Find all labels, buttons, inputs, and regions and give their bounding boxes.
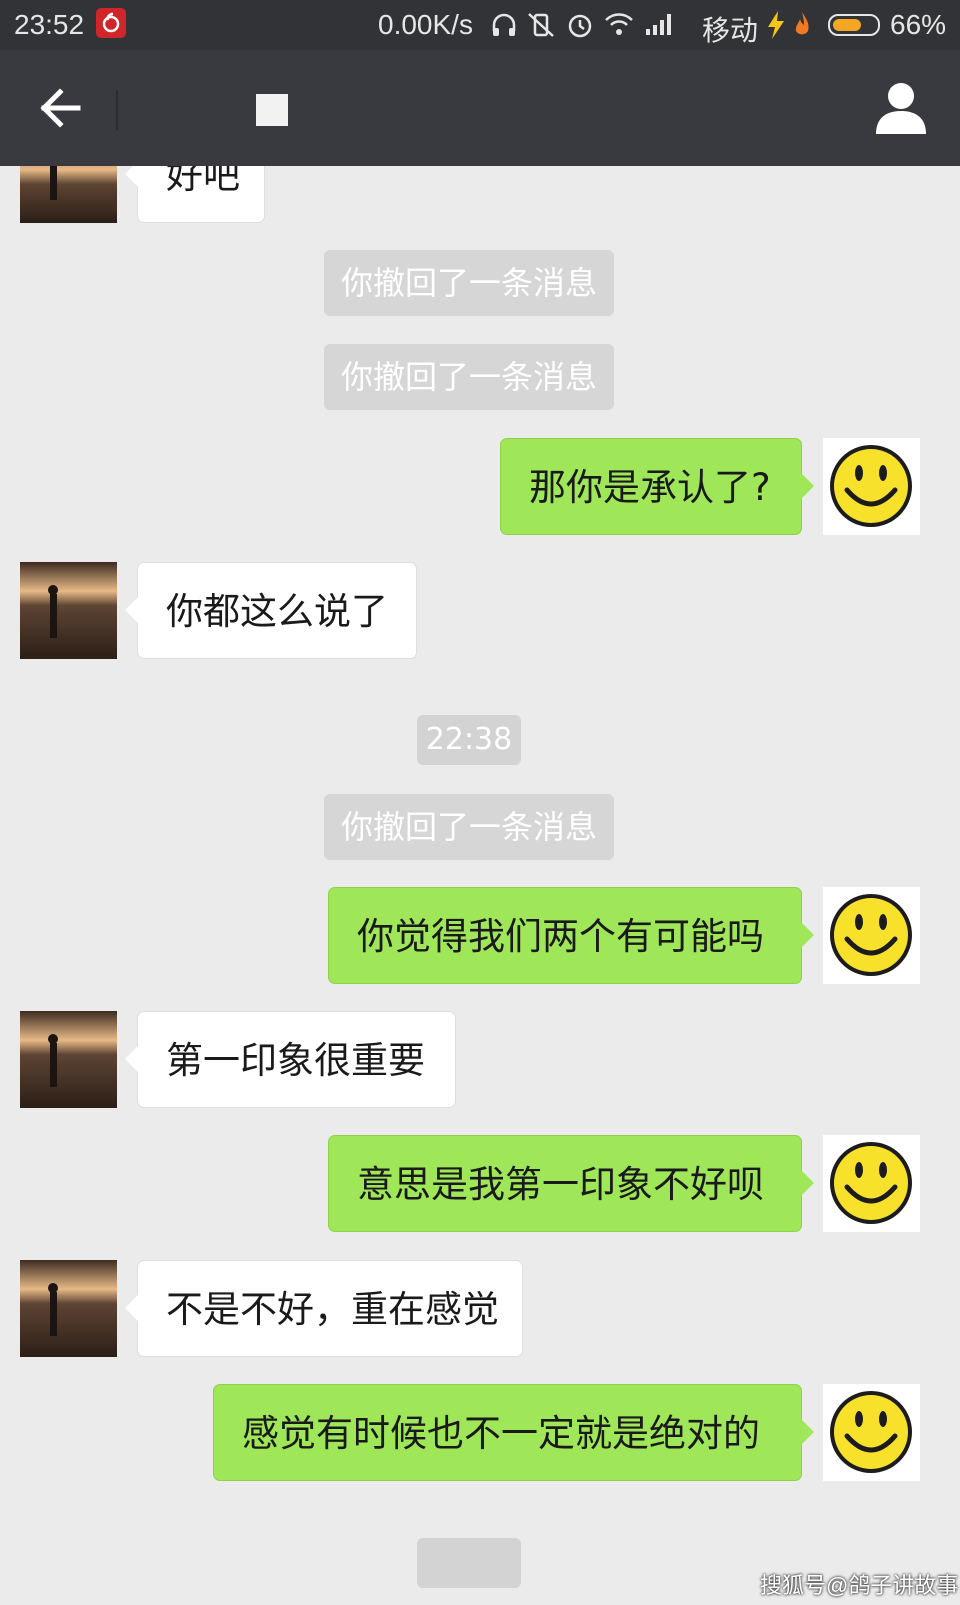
message-list[interactable]: 好吧 你撤回了一条消息 你撤回了一条消息 那你是承认了? 你都这么说了 22:3…: [0, 166, 960, 1605]
message-timestamp: 22:38: [417, 715, 521, 765]
charging-icon: [768, 11, 784, 39]
arrow-left-icon: [40, 88, 81, 128]
message-timestamp-partial: [417, 1538, 521, 1588]
chat-title: [140, 86, 290, 126]
status-time: 23:52: [14, 9, 85, 40]
outgoing-message[interactable]: 你觉得我们两个有可能吗: [328, 887, 814, 984]
status-bar: 23:52 0.00K/s 移动 66%: [0, 0, 960, 50]
person-icon: [876, 83, 926, 134]
back-button[interactable]: [34, 80, 90, 136]
chat-header: [0, 50, 960, 166]
contact-avatar[interactable]: [20, 1260, 117, 1357]
my-avatar-smiley[interactable]: [823, 887, 920, 984]
watermark: 搜狐号@鸽子讲故事: [760, 1573, 959, 1598]
outgoing-message[interactable]: 那你是承认了?: [500, 438, 814, 535]
incoming-message[interactable]: 第一印象很重要: [125, 1011, 456, 1108]
battery-icon: [828, 14, 880, 36]
incoming-message[interactable]: 不是不好，重在感觉: [125, 1260, 523, 1357]
vibrate-off-icon: [528, 13, 554, 37]
my-avatar-smiley[interactable]: [823, 1135, 920, 1232]
outgoing-message[interactable]: 感觉有时候也不一定就是绝对的: [213, 1384, 814, 1481]
carrier-name: 移动: [702, 15, 759, 46]
recalled-message-notice: 你撤回了一条消息: [324, 250, 614, 316]
battery-percent: 66%: [890, 9, 947, 40]
recalled-message-notice: 你撤回了一条消息: [324, 344, 614, 410]
alarm-icon: [568, 14, 592, 38]
netease-music-icon: [96, 8, 126, 38]
wifi-icon: [605, 13, 633, 35]
contact-avatar[interactable]: [20, 562, 117, 659]
my-avatar-smiley[interactable]: [823, 1384, 920, 1481]
contact-avatar[interactable]: [20, 166, 117, 223]
title-redaction-block: [256, 94, 288, 126]
header-divider: [116, 90, 118, 130]
recalled-message-notice: 你撤回了一条消息: [324, 794, 614, 860]
my-avatar-smiley[interactable]: [823, 438, 920, 535]
flame-icon: [795, 12, 809, 35]
incoming-message[interactable]: 好吧: [125, 166, 265, 223]
battery-level: [833, 19, 861, 31]
signal-icon: [646, 14, 671, 35]
contact-profile-button[interactable]: [872, 78, 930, 136]
incoming-message[interactable]: 你都这么说了: [125, 562, 417, 659]
outgoing-message[interactable]: 意思是我第一印象不好呗: [328, 1135, 814, 1232]
contact-avatar[interactable]: [20, 1011, 117, 1108]
headphone-icon: [492, 13, 516, 36]
network-speed: 0.00K/s: [378, 9, 473, 40]
